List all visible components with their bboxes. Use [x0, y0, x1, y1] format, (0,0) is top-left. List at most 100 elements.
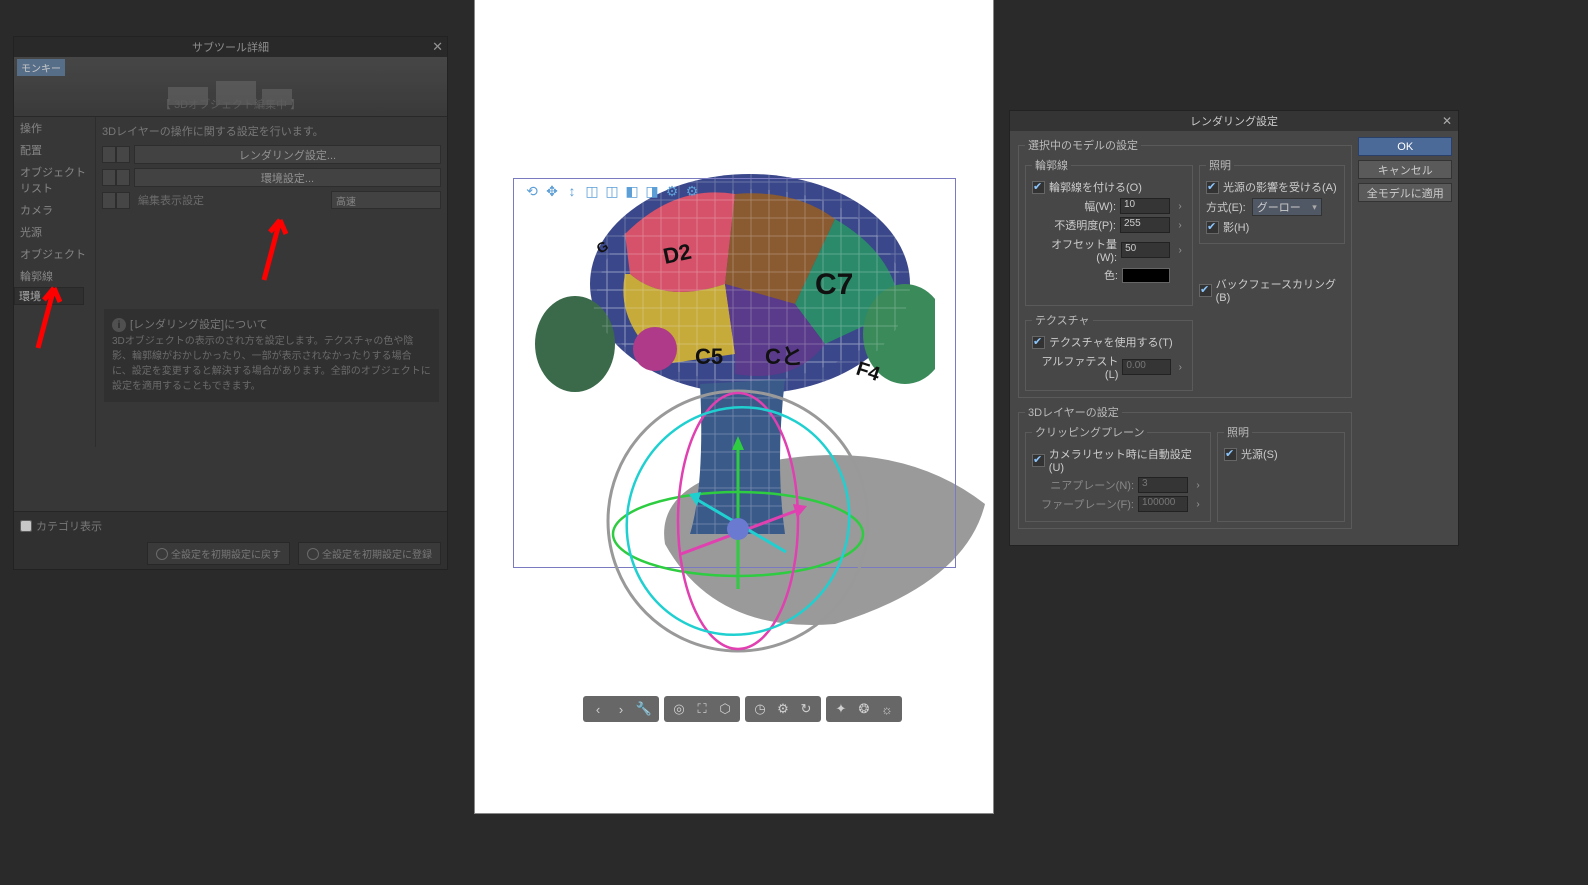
- subtool-tag: モンキー: [17, 59, 65, 76]
- cube-icon[interactable]: ◨: [643, 182, 661, 200]
- method-select[interactable]: グーロー▾: [1252, 198, 1322, 216]
- rotate-icon[interactable]: ⟲: [523, 182, 541, 200]
- cube-icon[interactable]: ◫: [583, 182, 601, 200]
- apply-all-button[interactable]: 全モデルに適用: [1358, 183, 1452, 202]
- clipping-group: クリッピングプレーン カメラリセット時に自動設定(U) ニアプレーン(N): 3…: [1025, 424, 1211, 522]
- close-icon[interactable]: ✕: [1442, 114, 1452, 128]
- subtool-footer: カテゴリ表示 全設定を初期設定に戻す 全設定を初期設定に登録: [14, 511, 447, 569]
- model-settings-group: 選択中のモデルの設定 輪郭線 輪郭線を付ける(O) 幅(W): 10 ›: [1018, 137, 1352, 398]
- light-s-checkbox[interactable]: 光源(S): [1224, 446, 1338, 462]
- gear-icon[interactable]: ⚙: [683, 182, 701, 200]
- lighting-group: 照明 光源の影響を受ける(A) 方式(E): グーロー▾: [1199, 157, 1345, 244]
- width-label: 幅(W):: [1084, 198, 1116, 214]
- auto-set-checkbox[interactable]: カメラリセット時に自動設定(U): [1032, 446, 1204, 474]
- help-panel: i[レンダリング設定]について 3Dオブジェクトの表示のされ方を設定します。テク…: [104, 309, 439, 402]
- opacity-label: 不透明度(P):: [1054, 217, 1116, 233]
- near-input[interactable]: 3: [1138, 477, 1188, 493]
- light-icon[interactable]: ✦: [831, 699, 851, 719]
- chevron-right-icon[interactable]: ›: [1175, 359, 1186, 375]
- prev-icon[interactable]: ‹: [588, 699, 608, 719]
- clipping-legend: クリッピングプレーン: [1032, 424, 1147, 440]
- outline-legend: 輪郭線: [1032, 157, 1071, 173]
- close-icon[interactable]: ✕: [432, 39, 443, 55]
- toggle-icon[interactable]: [102, 192, 116, 209]
- env-settings-button[interactable]: 環境設定...: [134, 168, 441, 187]
- chevron-right-icon[interactable]: ›: [1174, 242, 1186, 258]
- cube-icon[interactable]: ◧: [623, 182, 641, 200]
- rendering-settings-button[interactable]: レンダリング設定...: [134, 145, 441, 164]
- light-icon[interactable]: ❂: [854, 699, 874, 719]
- clock-icon[interactable]: ◷: [750, 699, 770, 719]
- canvas[interactable]: D2 C7 C5 Cと F4 G ⟲ ✥ ↕ ◫ ◫ ◧: [474, 0, 994, 814]
- gear-icon[interactable]: ⚙: [773, 699, 793, 719]
- toggle-icon[interactable]: [102, 169, 116, 186]
- toggle-icon[interactable]: [116, 169, 130, 186]
- camera-icon[interactable]: ◎: [669, 699, 689, 719]
- layer-light-legend: 照明: [1224, 424, 1252, 440]
- subtool-title: サブツール詳細: [192, 39, 269, 55]
- help-title: [レンダリング設定]について: [130, 317, 268, 334]
- chevron-right-icon[interactable]: ›: [1174, 217, 1186, 233]
- outline-enable-checkbox[interactable]: 輪郭線を付ける(O): [1032, 179, 1186, 195]
- width-input[interactable]: 10: [1120, 198, 1170, 214]
- cancel-button[interactable]: キャンセル: [1358, 160, 1452, 179]
- cat-sousa[interactable]: 操作: [14, 117, 95, 139]
- cat-outline[interactable]: 輪郭線: [14, 265, 95, 287]
- ok-button[interactable]: OK: [1358, 137, 1452, 156]
- help-body: 3Dオブジェクトの表示のされ方を設定します。テクスチャの色や陰影、輪郭線がおかし…: [112, 334, 431, 394]
- far-input[interactable]: 100000: [1138, 496, 1188, 512]
- subtool-header-text: 【 3Dオブジェクト編集中 】: [14, 96, 447, 112]
- subtool-titlebar: サブツール詳細 ✕: [14, 37, 447, 57]
- loop-icon[interactable]: ↻: [796, 699, 816, 719]
- bottom-toolbar: ‹ › 🔧 ◎ ⛶ ⬡ ◷ ⚙ ↻ ✦ ❂ ☼: [583, 696, 902, 722]
- texture-legend: テクスチャ: [1032, 312, 1093, 328]
- chevron-right-icon[interactable]: ›: [1192, 496, 1204, 512]
- use-texture-checkbox[interactable]: テクスチャを使用する(T): [1032, 334, 1186, 350]
- category-display-checkbox[interactable]: カテゴリ表示: [20, 518, 441, 534]
- chevron-right-icon[interactable]: ›: [1174, 198, 1186, 214]
- backface-culling-checkbox[interactable]: バックフェースカリング(B): [1199, 276, 1345, 304]
- opacity-input[interactable]: 255: [1120, 217, 1170, 233]
- toggle-icon[interactable]: [116, 192, 130, 209]
- cat-haichi[interactable]: 配置: [14, 139, 95, 161]
- cat-light[interactable]: 光源: [14, 221, 95, 243]
- dialog-titlebar: レンダリング設定 ✕: [1010, 111, 1458, 131]
- updown-icon[interactable]: ↕: [563, 182, 581, 200]
- offset-input[interactable]: 50: [1121, 242, 1170, 258]
- shadow-checkbox[interactable]: 影(H): [1206, 219, 1338, 235]
- layer-settings-group: 3Dレイヤーの設定 クリッピングプレーン カメラリセット時に自動設定(U) ニア…: [1018, 404, 1352, 529]
- next-icon[interactable]: ›: [611, 699, 631, 719]
- far-label: ファープレーン(F):: [1041, 496, 1134, 512]
- color-label: 色:: [1104, 267, 1118, 283]
- reset-all-button[interactable]: 全設定を初期設定に戻す: [147, 542, 290, 565]
- quality-select[interactable]: 高速: [331, 191, 441, 209]
- cube-icon[interactable]: ⬡: [715, 699, 735, 719]
- cat-objlist[interactable]: オブジェクトリスト: [14, 161, 95, 199]
- dialog-title: レンダリング設定: [1190, 113, 1278, 129]
- gear-icon[interactable]: ⚙: [663, 182, 681, 200]
- near-label: ニアプレーン(N):: [1050, 477, 1134, 493]
- cat-camera[interactable]: カメラ: [14, 199, 95, 221]
- cube-icon[interactable]: ◫: [603, 182, 621, 200]
- color-swatch[interactable]: [1122, 268, 1170, 283]
- chevron-right-icon[interactable]: ›: [1192, 477, 1204, 493]
- cat-object[interactable]: オブジェクト: [14, 243, 95, 265]
- toggle-icon[interactable]: [102, 146, 116, 163]
- method-label: 方式(E):: [1206, 199, 1246, 215]
- category-list: 操作 配置 オブジェクトリスト カメラ 光源 オブジェクト 輪郭線 環境: [14, 117, 96, 447]
- offset-label: オフセット量(W):: [1032, 236, 1117, 264]
- model-settings-legend: 選択中のモデルの設定: [1025, 137, 1141, 153]
- save-all-button[interactable]: 全設定を初期設定に登録: [298, 542, 441, 565]
- lighting-legend: 照明: [1206, 157, 1234, 173]
- wrench-icon[interactable]: 🔧: [634, 699, 654, 719]
- alphatest-label: アルファテスト(L): [1032, 353, 1118, 381]
- toggle-icon[interactable]: [116, 146, 130, 163]
- subtool-header: モンキー 【 3Dオブジェクト編集中 】: [14, 57, 447, 117]
- light-enable-checkbox[interactable]: 光源の影響を受ける(A): [1206, 179, 1338, 195]
- move-icon[interactable]: ✥: [543, 182, 561, 200]
- light-icon[interactable]: ☼: [877, 699, 897, 719]
- alphatest-input[interactable]: 0.00: [1122, 359, 1170, 375]
- manipulator[interactable]: [601, 384, 876, 659]
- cat-environment[interactable]: 環境: [14, 287, 84, 305]
- fit-icon[interactable]: ⛶: [692, 699, 712, 719]
